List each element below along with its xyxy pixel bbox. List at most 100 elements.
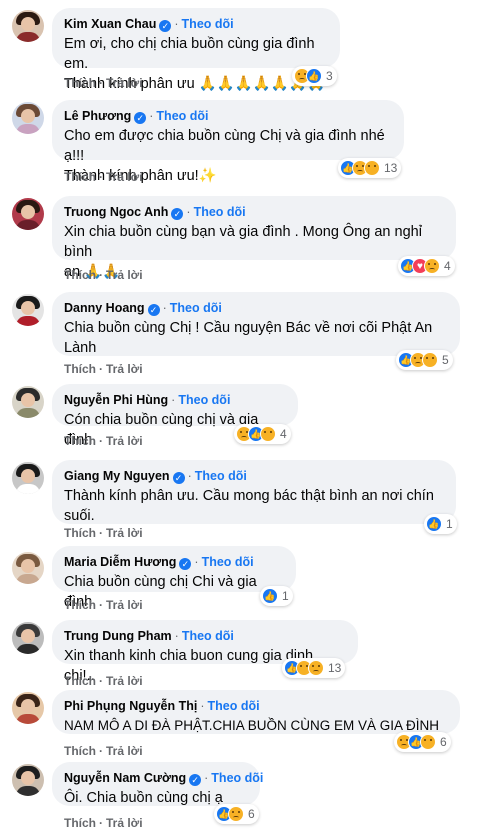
comment-actions: Thích · Trả lời	[64, 744, 143, 758]
avatar[interactable]	[12, 198, 44, 230]
comment-actions: Thích · Trả lời	[64, 816, 143, 830]
reaction-count: 5	[442, 353, 449, 367]
like-button[interactable]: Thích	[64, 434, 96, 448]
reaction-summary[interactable]: 👍 13	[338, 158, 402, 178]
reaction-count: 13	[328, 661, 342, 675]
reaction-summary[interactable]: 👍 6	[394, 732, 451, 752]
reaction-summary[interactable]: 👍 1	[424, 514, 457, 534]
like-button[interactable]: Thích	[64, 170, 96, 184]
comment-bubble: Danny Hoang ✓ · Theo dõi Chia buồn cùng Chị…	[52, 292, 460, 356]
comment-bubble: Lê Phương ✓ · Theo dõi Cho em được chia buồ…	[52, 100, 404, 184]
avatar[interactable]	[12, 294, 44, 326]
reaction-summary[interactable]: 👍 ♥ 4	[398, 256, 455, 276]
reply-button[interactable]: Trả lời	[106, 362, 143, 376]
follow-button[interactable]: Theo dõi	[170, 301, 222, 315]
reaction-summary[interactable]: 👍 5	[396, 350, 453, 370]
reply-button[interactable]: Trả lời	[106, 526, 143, 540]
follow-button[interactable]: Theo dõi	[194, 205, 246, 219]
sad-reaction-icon	[236, 426, 252, 442]
like-button[interactable]: Thích	[64, 362, 96, 376]
follow-button[interactable]: Theo dõi	[211, 771, 263, 785]
comment-bubble: Maria Diễm Hương ✓ · Theo dõi Chia buồn cùn…	[52, 546, 296, 610]
reaction-summary[interactable]: 👍 13	[282, 658, 346, 678]
commenter-name[interactable]: Giang My Nguyen	[64, 469, 170, 483]
verified-badge-icon: ✓	[134, 112, 147, 124]
comment-actions: Thích · Trả lời	[64, 526, 143, 540]
avatar[interactable]	[12, 622, 44, 654]
comment-actions: Thích · Trả lời	[64, 674, 143, 688]
commenter-name[interactable]: Kim Xuan Chau	[64, 17, 156, 31]
like-button[interactable]: Thích	[64, 744, 96, 758]
reaction-summary[interactable]: 👍 4	[234, 424, 291, 444]
reply-button[interactable]: Trả lời	[106, 170, 143, 184]
commenter-name[interactable]: Truong Ngoc Anh	[64, 205, 168, 219]
verified-badge-icon: ✓	[172, 472, 185, 484]
reply-button[interactable]: Trả lời	[106, 598, 143, 612]
avatar[interactable]	[12, 386, 44, 418]
comment-bubble: Kim Xuan Chau ✓ · Theo dõi Em ơi, cho chị c…	[52, 8, 340, 92]
reaction-count: 13	[384, 161, 398, 175]
sad-reaction-icon	[228, 806, 244, 822]
commenter-name[interactable]: Trung Dung Pham	[64, 629, 172, 643]
follow-button[interactable]: Theo dõi	[202, 555, 254, 569]
commenter-name[interactable]: Phi Phụng Nguyễn Thị	[64, 699, 197, 713]
commenter-name[interactable]: Nguyễn Phi Hùng	[64, 393, 168, 407]
commenter-name[interactable]: Danny Hoang	[64, 301, 145, 315]
like-button[interactable]: Thích	[64, 674, 96, 688]
verified-badge-icon: ✓	[171, 208, 184, 220]
comment-bubble: Phi Phụng Nguyễn Thị · Theo dõi NAM MÔ A D…	[52, 690, 460, 734]
follow-button[interactable]: Theo dõi	[195, 469, 247, 483]
reaction-count: 6	[248, 807, 255, 821]
sad-reaction-icon	[424, 258, 440, 274]
reaction-count: 1	[282, 589, 289, 603]
verified-badge-icon: ✓	[179, 558, 192, 570]
comment-actions: Thích · Trả lời	[64, 434, 143, 448]
sad-reaction-icon	[396, 734, 412, 750]
reaction-count: 1	[446, 517, 453, 531]
comment-actions: Thích · Trả lời	[64, 598, 143, 612]
follow-button[interactable]: Theo dõi	[156, 109, 208, 123]
like-reaction-icon: 👍	[426, 516, 442, 532]
reaction-summary[interactable]: 👍 1	[260, 586, 293, 606]
like-button[interactable]: Thích	[64, 76, 96, 90]
avatar[interactable]	[12, 102, 44, 134]
avatar[interactable]	[12, 692, 44, 724]
avatar[interactable]	[12, 462, 44, 494]
comment-text: Thành kính phân ưu. Cầu mong bác thật bì…	[64, 488, 434, 524]
avatar[interactable]	[12, 10, 44, 42]
comment-bubble: Nguyễn Phi Hùng · Theo dõi Cón chia buồn c…	[52, 384, 298, 448]
avatar[interactable]	[12, 764, 44, 796]
like-button[interactable]: Thích	[64, 526, 96, 540]
reaction-summary[interactable]: 👍 3	[292, 66, 337, 86]
like-button[interactable]: Thích	[64, 598, 96, 612]
like-reaction-icon: 👍	[262, 588, 278, 604]
reply-button[interactable]: Trả lời	[106, 674, 143, 688]
comment-actions: Thích · Trả lời	[64, 76, 143, 90]
verified-badge-icon: ✓	[189, 774, 202, 786]
like-button[interactable]: Thích	[64, 268, 96, 282]
reply-button[interactable]: Trả lời	[106, 434, 143, 448]
reply-button[interactable]: Trả lời	[106, 268, 143, 282]
follow-button[interactable]: Theo dõi	[182, 629, 234, 643]
commenter-name[interactable]: Maria Diễm Hương	[64, 555, 176, 569]
reaction-count: 4	[444, 259, 451, 273]
sad-reaction-icon	[294, 68, 310, 84]
reply-button[interactable]: Trả lời	[106, 744, 143, 758]
follow-button[interactable]: Theo dõi	[182, 17, 234, 31]
reaction-summary[interactable]: 👍 6	[214, 804, 259, 824]
reply-button[interactable]: Trả lời	[106, 816, 143, 830]
comment-bubble: Nguyễn Nam Cường ✓ · Theo dõi Ôi. Chia buồn…	[52, 762, 263, 806]
comment-text: NAM MÔ A DI ĐÀ PHẬT.CHIA BUỒN CÙNG EM VÀ…	[64, 718, 440, 733]
avatar[interactable]	[12, 552, 44, 584]
follow-button[interactable]: Theo dõi	[178, 393, 230, 407]
follow-button[interactable]: Theo dõi	[208, 699, 260, 713]
reaction-count: 4	[280, 427, 287, 441]
reply-button[interactable]: Trả lời	[106, 76, 143, 90]
comment-bubble: Truong Ngoc Anh ✓ · Theo dõi Xin chia buồn …	[52, 196, 456, 280]
care-reaction-icon	[364, 160, 380, 176]
comment-actions: Thích · Trả lời	[64, 362, 143, 376]
reaction-count: 3	[326, 69, 333, 83]
like-button[interactable]: Thích	[64, 816, 96, 830]
commenter-name[interactable]: Lê Phương	[64, 109, 131, 123]
commenter-name[interactable]: Nguyễn Nam Cường	[64, 771, 186, 785]
